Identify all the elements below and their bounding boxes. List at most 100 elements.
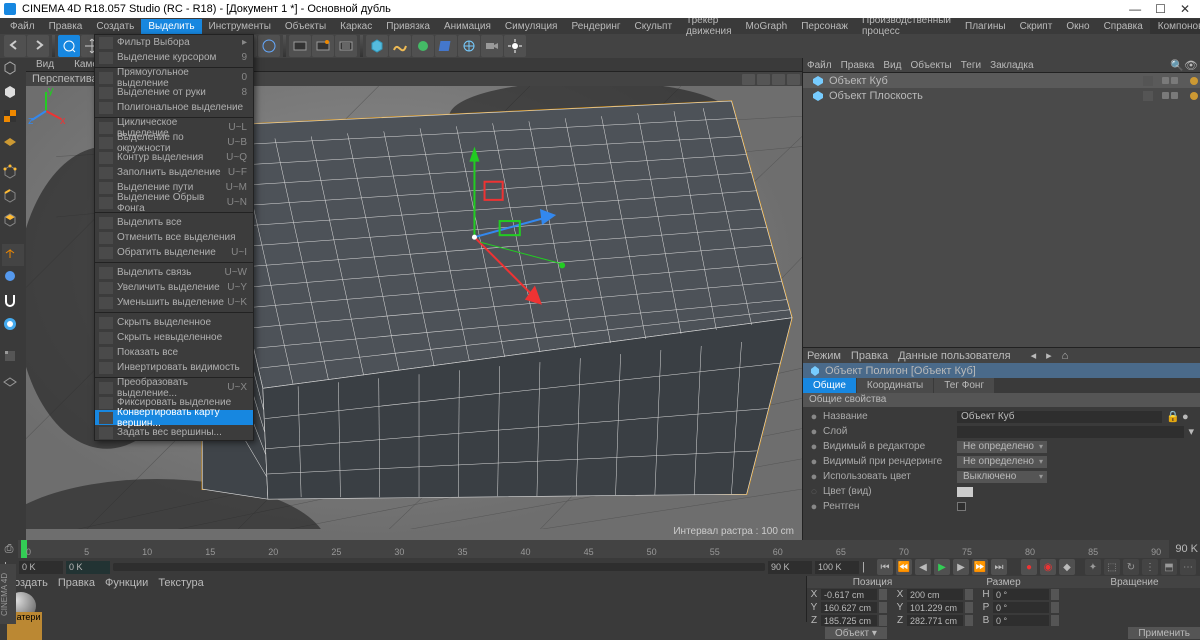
menu-item[interactable]: Преобразовать выделение...U~X — [95, 380, 253, 395]
render-settings[interactable] — [335, 35, 357, 57]
menu-item[interactable]: Скрыть невыделенное — [95, 330, 253, 345]
play-button[interactable]: ▶ — [934, 559, 950, 575]
layer-dd-icon[interactable]: ▾ — [1188, 425, 1194, 438]
xray-checkbox[interactable] — [957, 502, 966, 511]
nav-fwd-icon[interactable]: ▸ — [1046, 349, 1052, 362]
expr-icon[interactable]: ● — [1182, 411, 1194, 423]
menu-item[interactable]: Скульпт — [628, 19, 680, 34]
next-key[interactable]: ⏩ — [972, 559, 988, 575]
name-field[interactable]: Объект Куб — [957, 411, 1162, 423]
rot-key[interactable]: ↻ — [1123, 559, 1139, 575]
mat-menu[interactable]: Текстура — [158, 577, 203, 589]
scale-key[interactable]: ⬚ — [1104, 559, 1120, 575]
coord-mode-dropdown[interactable]: Объект ▾ — [825, 627, 887, 639]
obj-menu[interactable]: Теги — [961, 60, 981, 71]
vp-rotate-icon[interactable] — [772, 74, 785, 85]
pla-key[interactable]: ⬒ — [1161, 559, 1177, 575]
make-editable[interactable] — [2, 60, 24, 82]
obj-menu[interactable]: Объекты — [910, 60, 951, 71]
menu-item[interactable]: Инструменты — [202, 19, 278, 34]
viewport-name[interactable]: Перспектива — [32, 73, 98, 85]
autokey[interactable]: ◉ — [1040, 559, 1056, 575]
object-row[interactable]: Объект Плоскость — [803, 88, 1200, 103]
attr-tab[interactable]: Тег Фонг — [934, 378, 994, 393]
menu-item[interactable]: Увеличить выделениеU~Y — [95, 280, 253, 295]
minimize-button[interactable]: — — [1129, 2, 1141, 16]
range-start[interactable]: 0 K — [19, 561, 63, 574]
goto-first[interactable]: ⏮ — [877, 559, 893, 575]
menu-item[interactable]: Правка — [42, 19, 90, 34]
mat-menu[interactable]: Правка — [58, 577, 95, 589]
menu-item[interactable]: Выделить все — [95, 215, 253, 230]
menu-item[interactable]: Скрипт — [1013, 19, 1060, 34]
menu-item[interactable]: Задать вес вершины... — [95, 425, 253, 440]
vp-zoom-icon[interactable] — [757, 74, 770, 85]
add-generator[interactable] — [412, 35, 434, 57]
menu-item[interactable]: Привязка — [379, 19, 437, 34]
attr-menu[interactable]: Правка — [851, 350, 888, 362]
add-camera[interactable] — [481, 35, 503, 57]
texture-mode[interactable] — [2, 108, 24, 130]
viewport-solo[interactable] — [2, 268, 24, 290]
search-icon[interactable]: 🔍 — [1170, 59, 1182, 71]
add-light[interactable] — [504, 35, 526, 57]
undo-button[interactable] — [4, 35, 26, 57]
apply-button[interactable]: Применить — [1128, 627, 1200, 639]
menu-item[interactable]: Конвертировать карту вершин... — [95, 410, 253, 425]
goto-last[interactable]: ⏭ — [991, 559, 1007, 575]
lock-icon[interactable]: 🔒 — [1166, 410, 1178, 423]
menu-item[interactable]: MoGraph — [739, 19, 795, 34]
menu-item[interactable]: Создать — [89, 19, 141, 34]
model-mode[interactable] — [2, 84, 24, 106]
timeline-scrubber[interactable] — [113, 563, 765, 571]
workplane-settings[interactable] — [2, 372, 24, 394]
menu-item[interactable]: Рендеринг — [564, 19, 627, 34]
edge-mode[interactable] — [2, 188, 24, 210]
material-manager[interactable]: СоздатьПравкаФункцииТекстура Матери — [0, 576, 806, 622]
menu-item[interactable]: Обратить выделениеU~I — [95, 245, 253, 260]
menu-item[interactable]: Симуляция — [498, 19, 565, 34]
timeline[interactable]: 051015202530354045505560657075808590 — [18, 540, 1169, 558]
maxon-sidebar-tab[interactable]: CINEMA 4D — [0, 564, 16, 624]
axis-mode[interactable] — [2, 244, 24, 266]
nav-back-icon[interactable]: ◂ — [1031, 349, 1037, 362]
menu-item[interactable]: Выделение Обрыв ФонгаU~N — [95, 195, 253, 210]
timeline-endframe[interactable]: 90 K — [1175, 543, 1198, 555]
pos-key[interactable]: ✦ — [1085, 559, 1101, 575]
opt-key[interactable]: ⋯ — [1180, 559, 1196, 575]
vis-render-dropdown[interactable]: Не определено — [957, 456, 1047, 468]
use-color-dropdown[interactable]: Выключено — [957, 471, 1047, 483]
snap-settings[interactable] — [2, 348, 24, 370]
redo-button[interactable] — [27, 35, 49, 57]
prev-key[interactable]: ⏪ — [896, 559, 912, 575]
frame-max[interactable]: 100 K — [815, 561, 859, 574]
add-cube[interactable] — [366, 35, 388, 57]
eye-icon[interactable]: 👁 — [1184, 59, 1196, 71]
color-swatch[interactable] — [957, 487, 973, 497]
nav-up-icon[interactable]: ⌂ — [1062, 350, 1069, 362]
menu-item[interactable]: Фильтр Выбора▸ — [95, 35, 253, 50]
object-manager[interactable]: Объект КубОбъект Плоскость — [803, 73, 1200, 348]
goto-end-icon[interactable]: | — [862, 561, 874, 573]
vp-toggle-icon[interactable] — [787, 74, 800, 85]
vp-pan-icon[interactable] — [742, 74, 755, 85]
menu-item[interactable]: Инвертировать видимость — [95, 360, 253, 375]
menu-item[interactable]: Контур выделенияU~Q — [95, 150, 253, 165]
add-deformer[interactable] — [435, 35, 457, 57]
record-key[interactable]: ● — [1021, 559, 1037, 575]
obj-menu[interactable]: Правка — [841, 60, 875, 71]
obj-menu[interactable]: Вид — [883, 60, 901, 71]
layout-tab-compose[interactable]: Компоновка — [1150, 19, 1200, 34]
close-button[interactable]: ✕ — [1180, 2, 1190, 16]
menu-item[interactable]: Скрыть выделенное — [95, 315, 253, 330]
range-end[interactable]: 90 K — [768, 561, 812, 574]
menu-item[interactable]: Полигональное выделение — [95, 100, 253, 115]
add-environment[interactable] — [458, 35, 480, 57]
menu-item[interactable]: Выделение от руки8 — [95, 85, 253, 100]
menu-item[interactable]: Показать все — [95, 345, 253, 360]
render-view[interactable] — [289, 35, 311, 57]
menu-item[interactable]: Заполнить выделениеU~F — [95, 165, 253, 180]
vp-menu[interactable]: Вид — [32, 58, 58, 71]
attr-menu[interactable]: Режим — [807, 350, 841, 362]
timeline-left-icon[interactable]: ⎙ — [2, 543, 16, 556]
